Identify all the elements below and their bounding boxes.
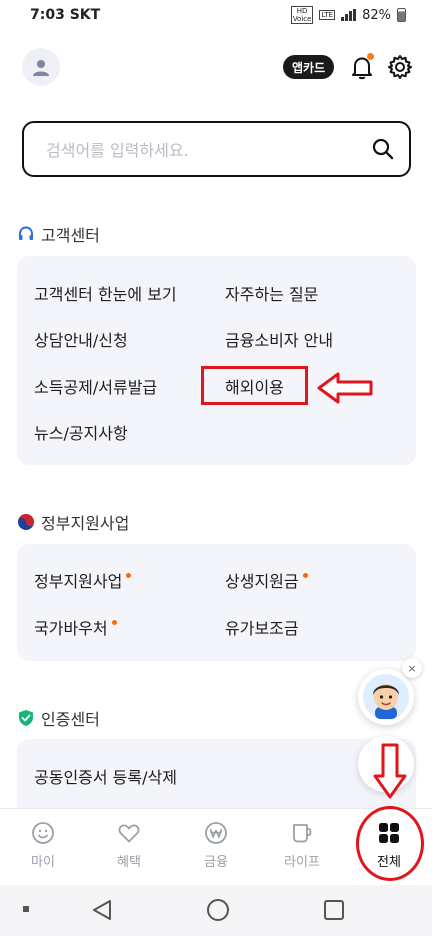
- menu-gov-support[interactable]: 정부지원사업: [34, 568, 132, 592]
- menu-customer-overview[interactable]: 고객센터 한눈에 보기: [34, 281, 177, 305]
- status-bar: 7:03 SKT HD Voice LTE 82%: [0, 0, 432, 30]
- menu-national-voucher[interactable]: 국가바우처: [34, 615, 117, 639]
- menu-tax-documents[interactable]: 소득공제/서류발급: [34, 374, 157, 398]
- notification-dot: [367, 53, 374, 60]
- top-header: 앱카드: [0, 48, 432, 88]
- menu-faq[interactable]: 자주하는 질문: [225, 281, 318, 305]
- annotation-arrow-left-icon: [317, 372, 373, 404]
- smile-icon: [32, 822, 54, 844]
- back-icon[interactable]: [90, 898, 114, 922]
- menu-consumer-guide[interactable]: 금융소비자 안내: [225, 327, 333, 351]
- status-time-carrier: 7:03 SKT: [30, 7, 100, 23]
- battery-percent: 82%: [362, 7, 391, 23]
- menu-cert-register[interactable]: 공동인증서 등록/삭제: [34, 764, 177, 788]
- section-gov-title: 정부지원사업: [17, 510, 129, 534]
- section-customer-label: 고객센터: [41, 226, 100, 245]
- headset-icon: [19, 226, 33, 240]
- search-input[interactable]: 검색어를 입력하세요.: [46, 137, 371, 161]
- taegeuk-icon: [18, 514, 34, 530]
- tab-benefits[interactable]: 혜택: [99, 821, 159, 870]
- new-dot: [111, 619, 117, 625]
- heart-icon: [118, 824, 140, 843]
- nav-dot-icon[interactable]: [22, 905, 32, 915]
- lte-icon: LTE: [319, 10, 336, 20]
- new-dot: [126, 572, 132, 578]
- section-cert-title: 인증센터: [17, 706, 100, 730]
- battery-icon: [397, 8, 406, 22]
- person-icon: [33, 60, 49, 76]
- search-bar[interactable]: 검색어를 입력하세요.: [22, 121, 411, 177]
- tab-finance[interactable]: 금융: [186, 821, 246, 870]
- chatbot-button[interactable]: [358, 669, 414, 725]
- tab-my-label: 마이: [31, 855, 55, 870]
- section-cert-label: 인증센터: [41, 710, 100, 729]
- status-time: 7:03: [30, 7, 65, 23]
- annotation-highlight-box: [201, 366, 308, 405]
- menu-fuel-subsidy[interactable]: 유가보조금: [225, 615, 299, 639]
- gov-card: [17, 544, 416, 661]
- menu-consult[interactable]: 상담안내/신청: [34, 327, 128, 351]
- profile-avatar[interactable]: [22, 48, 60, 86]
- home-icon[interactable]: [206, 898, 230, 922]
- shield-check-icon: [19, 710, 33, 726]
- status-icons: HD Voice LTE 82%: [290, 6, 406, 24]
- annotation-circle: [356, 806, 424, 881]
- menu-gov-support-label: 정부지원사업: [34, 572, 123, 591]
- won-coin-icon: [205, 822, 227, 844]
- section-customer-title: 고객센터: [17, 222, 100, 246]
- search-icon[interactable]: [371, 137, 395, 161]
- hd-voice-icon: HD Voice: [290, 6, 314, 24]
- menu-coexist-fund-label: 상생지원금: [225, 572, 299, 591]
- tab-my[interactable]: 마이: [13, 821, 73, 870]
- signal-icon: [341, 9, 357, 21]
- new-dot: [302, 572, 308, 578]
- character-face-icon: [363, 674, 409, 720]
- menu-national-voucher-label: 국가바우처: [34, 619, 108, 638]
- appcard-button[interactable]: 앱카드: [283, 55, 335, 79]
- tab-benefits-label: 혜택: [117, 855, 141, 870]
- section-gov-label: 정부지원사업: [41, 514, 130, 533]
- tab-life-label: 라이프: [284, 855, 320, 870]
- menu-coexist-fund[interactable]: 상생지원금: [225, 568, 308, 592]
- menu-news-notice[interactable]: 뉴스/공지사항: [34, 420, 128, 444]
- tab-finance-label: 금융: [204, 855, 228, 870]
- gear-icon[interactable]: [387, 54, 413, 80]
- annotation-arrow-down-icon: [373, 743, 407, 799]
- chatbot-close-button[interactable]: ×: [402, 658, 422, 678]
- tab-life[interactable]: 라이프: [272, 821, 332, 870]
- recents-icon[interactable]: [322, 898, 346, 922]
- coffee-cup-icon: [293, 824, 312, 843]
- android-nav-bar: [0, 885, 432, 936]
- status-carrier: SKT: [69, 7, 101, 23]
